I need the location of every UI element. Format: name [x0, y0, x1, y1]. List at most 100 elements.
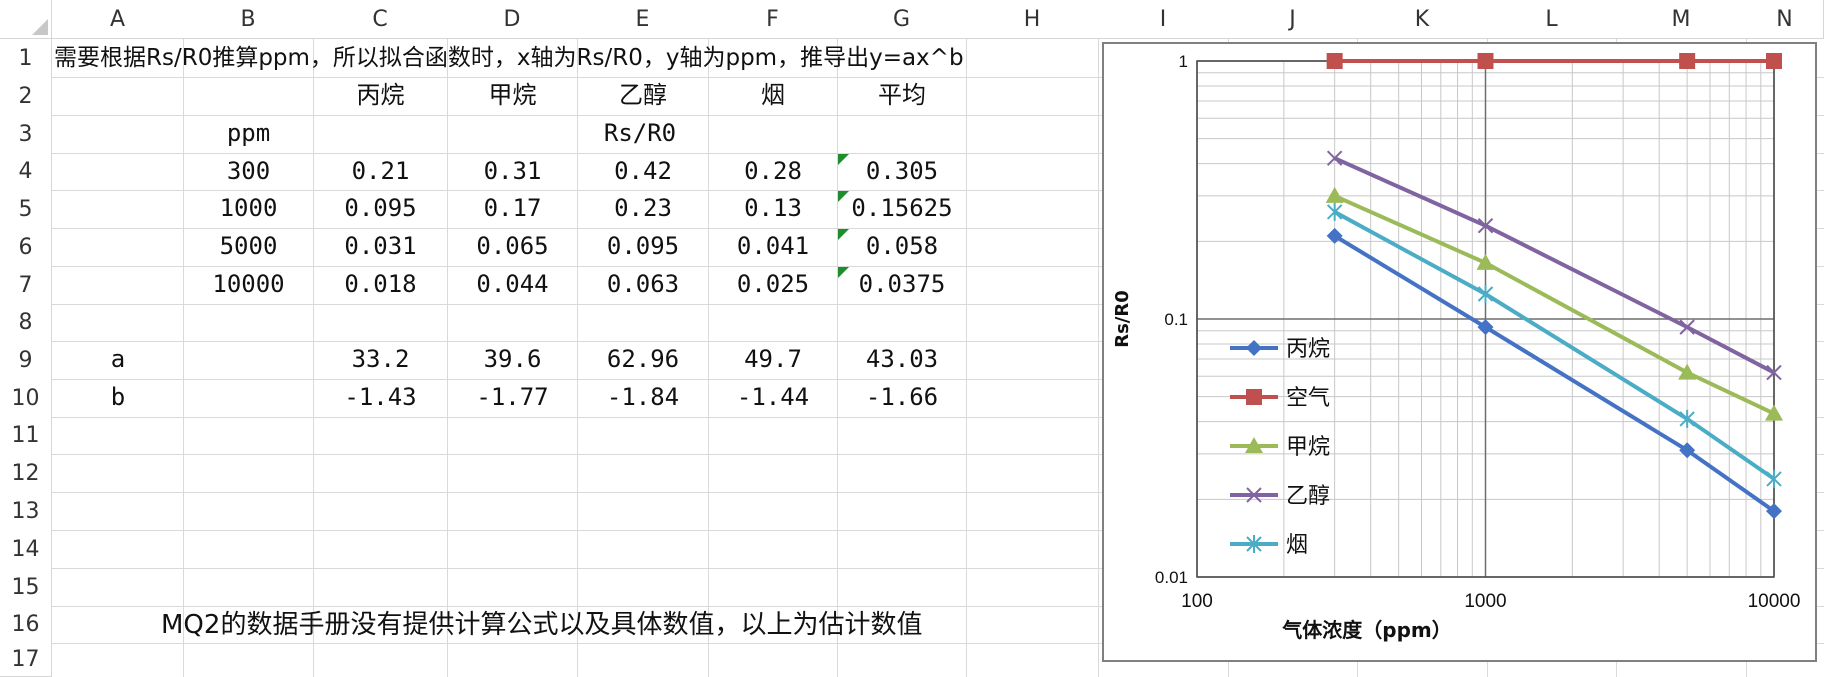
cell-b5[interactable]: 1000 [183, 190, 314, 226]
row-header-8[interactable]: 8 [0, 304, 52, 342]
column-header-l[interactable]: L [1487, 0, 1617, 39]
row-header-17[interactable]: 17 [0, 643, 52, 677]
cell-d2[interactable]: 甲烷 [447, 77, 578, 113]
row-header-13[interactable]: 13 [0, 492, 52, 531]
row-header-9[interactable]: 9 [0, 341, 52, 380]
chart-container[interactable]: 100 1000 10000 1 0.1 0.01 气体浓度（ppm） Rs/R0 丙烷 空气 甲烷… [1102, 42, 1817, 662]
legend-marker [1246, 340, 1262, 356]
cell-g2[interactable]: 平均 [837, 77, 967, 113]
cell-f9[interactable]: 49.7 [708, 341, 838, 377]
cell-c3-merged[interactable]: Rs/R0 [313, 115, 967, 151]
series-line [1333, 156, 1775, 375]
formula-warning-flag[interactable] [838, 229, 849, 240]
row1-clip: 需要根据Rs/R0推算ppm，所以拟合函数时，x轴为Rs/R0，y轴为ppm，推… [52, 40, 1098, 77]
column-header-m[interactable]: M [1616, 0, 1747, 39]
legend-label: 丙烷 [1286, 337, 1330, 362]
cell-g6[interactable]: 0.058 [837, 228, 967, 264]
column-header-a[interactable]: A [52, 0, 184, 39]
cell-d9[interactable]: 39.6 [447, 341, 578, 377]
cell-g9[interactable]: 43.03 [837, 341, 967, 377]
data-point [1766, 469, 1782, 488]
row-header-5[interactable]: 5 [0, 190, 52, 229]
cell-e6[interactable]: 0.095 [577, 228, 709, 264]
legend-label: 空气 [1286, 386, 1330, 411]
cell-d6[interactable]: 0.065 [447, 228, 578, 264]
cell-f4[interactable]: 0.28 [708, 153, 838, 189]
cell-d7[interactable]: 0.044 [447, 266, 578, 302]
cell-d10[interactable]: -1.77 [447, 379, 578, 415]
row-header-16[interactable]: 16 [0, 606, 52, 644]
cell-e5[interactable]: 0.23 [577, 190, 709, 226]
cell-a1[interactable]: 需要根据Rs/R0推算ppm，所以拟合函数时，x轴为Rs/R0，y轴为ppm，推… [54, 40, 964, 76]
cell-f10[interactable]: -1.44 [708, 379, 838, 415]
cell-g10[interactable]: -1.66 [837, 379, 967, 415]
data-point [1679, 53, 1696, 69]
select-all-corner[interactable] [0, 0, 52, 39]
column-header-f[interactable]: F [708, 0, 838, 39]
cell-f7[interactable]: 0.025 [708, 266, 838, 302]
cell-b16-note[interactable]: MQ2的数据手册没有提供计算公式以及具体数值，以上为估计数值 [161, 607, 922, 643]
column-header-d[interactable]: D [447, 0, 578, 39]
cell-f6[interactable]: 0.041 [708, 228, 838, 264]
cell-c2[interactable]: 丙烷 [313, 77, 448, 113]
series-line [1333, 194, 1775, 416]
row-header-14[interactable]: 14 [0, 530, 52, 569]
cell-c6[interactable]: 0.031 [313, 228, 448, 264]
cell-c7[interactable]: 0.018 [313, 266, 448, 302]
cell-e7[interactable]: 0.063 [577, 266, 709, 302]
cell-c9[interactable]: 33.2 [313, 341, 448, 377]
spreadsheet: A B C D E F G H I J K L M N 1 2 3 4 5 6 … [0, 0, 1824, 677]
row-header-15[interactable]: 15 [0, 568, 52, 607]
cell-g7[interactable]: 0.0375 [837, 266, 967, 302]
data-point [1326, 53, 1343, 69]
column-header-h[interactable]: H [966, 0, 1099, 39]
column-header-c[interactable]: C [313, 0, 448, 39]
row-header-2[interactable]: 2 [0, 77, 52, 116]
cell-d4[interactable]: 0.31 [447, 153, 578, 189]
column-header-n[interactable]: N [1746, 0, 1824, 39]
formula-warning-flag[interactable] [838, 267, 849, 278]
row-header-7[interactable]: 7 [0, 266, 52, 305]
cell-f5[interactable]: 0.13 [708, 190, 838, 226]
row-header-4[interactable]: 4 [0, 153, 52, 191]
x-axis-label: 气体浓度（ppm） [1281, 618, 1451, 642]
cell-b6[interactable]: 5000 [183, 228, 314, 264]
formula-warning-flag[interactable] [838, 154, 849, 165]
cell-c10[interactable]: -1.43 [313, 379, 448, 415]
column-header-b[interactable]: B [183, 0, 314, 39]
data-point [1326, 202, 1343, 221]
cell-f2[interactable]: 烟 [708, 77, 838, 113]
data-point [1679, 409, 1695, 428]
row-header-10[interactable]: 10 [0, 379, 52, 418]
cell-g4[interactable]: 0.305 [837, 153, 967, 189]
cell-e9[interactable]: 62.96 [577, 341, 709, 377]
row-header-3[interactable]: 3 [0, 115, 52, 154]
cell-g5[interactable]: 0.15625 [837, 190, 967, 226]
cell-c5[interactable]: 0.095 [313, 190, 448, 226]
cell-b3[interactable]: ppm [183, 115, 314, 151]
legend-label: 乙醇 [1286, 484, 1330, 509]
cell-e10[interactable]: -1.84 [577, 379, 709, 415]
row-header-6[interactable]: 6 [0, 228, 52, 267]
row-header-1[interactable]: 1 [0, 39, 52, 78]
formula-warning-flag[interactable] [838, 191, 849, 202]
cell-b7[interactable]: 10000 [183, 266, 314, 302]
cell-a10[interactable]: b [52, 379, 184, 415]
column-header-g[interactable]: G [837, 0, 967, 39]
cell-e4[interactable]: 0.42 [577, 153, 709, 189]
column-header-j[interactable]: J [1228, 0, 1358, 39]
cell-d5[interactable]: 0.17 [447, 190, 578, 226]
cell-c4[interactable]: 0.21 [313, 153, 448, 189]
column-header-i[interactable]: I [1098, 0, 1229, 39]
row-header-11[interactable]: 11 [0, 417, 52, 455]
cell-b4[interactable]: 300 [183, 153, 314, 189]
row-header-12[interactable]: 12 [0, 454, 52, 493]
series-line [1333, 210, 1776, 481]
column-header-e[interactable]: E [577, 0, 709, 39]
cell-a9[interactable]: a [52, 341, 184, 377]
y-tick-label: 1 [1179, 52, 1188, 71]
data-point [1678, 363, 1697, 380]
grid-col-line [1098, 39, 1099, 677]
cell-e2[interactable]: 乙醇 [577, 77, 709, 113]
column-header-k[interactable]: K [1357, 0, 1488, 39]
